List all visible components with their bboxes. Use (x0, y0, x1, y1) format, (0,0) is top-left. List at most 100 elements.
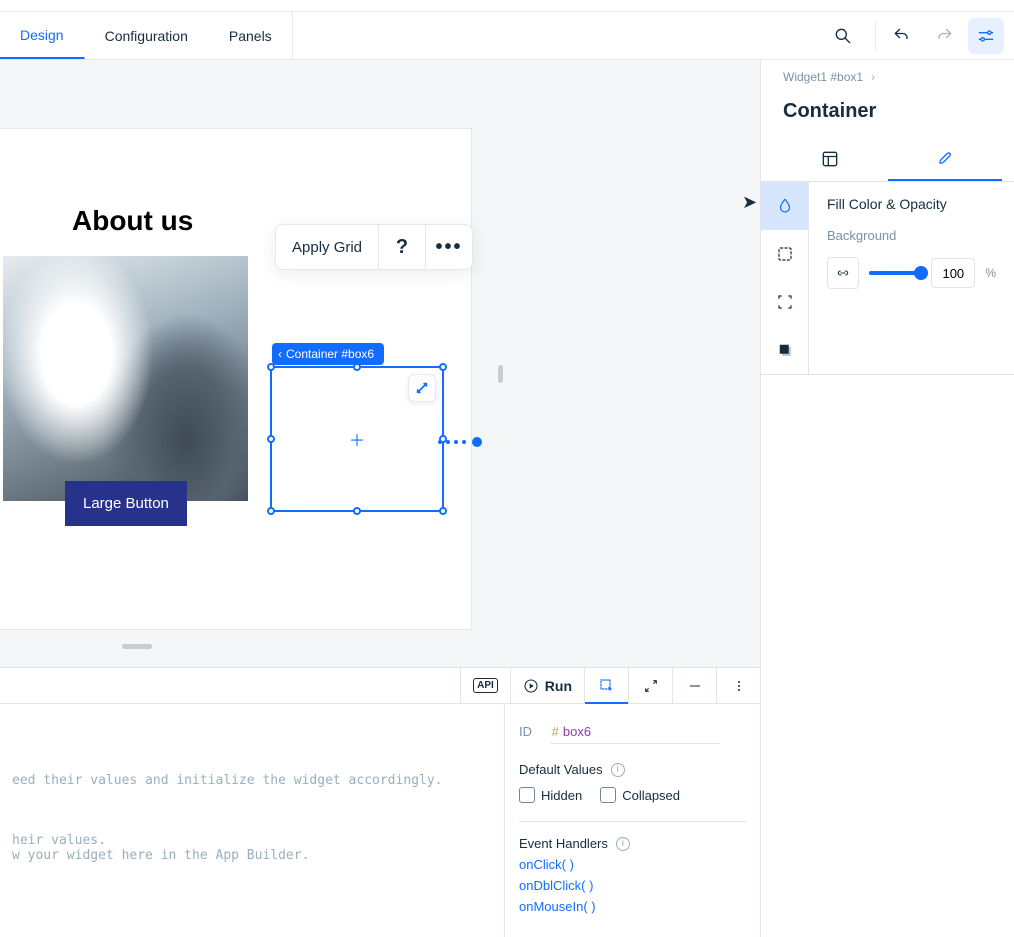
inspect-icon (598, 677, 616, 695)
sliders-icon (976, 26, 996, 46)
resize-handle[interactable] (267, 507, 275, 515)
selection-label[interactable]: ‹ Container #box6 (272, 343, 384, 365)
add-element-button[interactable]: ＋ (349, 427, 365, 451)
hero-image[interactable]: Large Button (3, 256, 248, 501)
rail-border[interactable] (761, 230, 808, 278)
event-handlers-heading: Event Handlers i (519, 836, 746, 851)
floating-toolbar: Apply Grid ? ••• (275, 224, 473, 270)
code-editor[interactable]: eed their values and initialize the widg… (0, 704, 504, 937)
selected-container[interactable]: ＋ (270, 366, 444, 512)
large-button[interactable]: Large Button (65, 481, 187, 526)
info-icon[interactable]: i (611, 763, 625, 777)
handler-onmousein[interactable]: onMouseIn( ) (519, 899, 746, 914)
redo-button[interactable] (926, 18, 962, 54)
search-button[interactable] (825, 18, 861, 54)
tab-config-label: Configuration (105, 28, 188, 44)
more-button[interactable]: ••• (426, 225, 472, 269)
panel-drag-handle[interactable] (122, 644, 152, 649)
droplet-icon (776, 197, 794, 215)
tab-panels[interactable]: Panels (209, 12, 293, 59)
pane-title: Fill Color & Opacity (827, 196, 996, 212)
collapsed-checkbox[interactable]: Collapsed (600, 787, 680, 803)
breadcrumb[interactable]: Widget1 #box1 › (761, 60, 1014, 94)
large-button-label: Large Button (83, 495, 169, 512)
border-icon (776, 245, 794, 263)
apply-grid-label: Apply Grid (292, 239, 362, 256)
properties-panel: ID # box6 Default Values i Hidden Collap… (504, 704, 760, 937)
corners-icon (776, 293, 794, 311)
more-icon: ••• (436, 236, 463, 259)
tab-panels-label: Panels (229, 28, 272, 44)
help-button[interactable]: ? (379, 225, 425, 269)
tab-configuration[interactable]: Configuration (85, 12, 209, 59)
chevron-left-icon: ‹ (278, 347, 282, 361)
opacity-input[interactable] (931, 258, 975, 288)
id-hash: # (552, 724, 559, 739)
panel-more-button[interactable] (716, 668, 760, 704)
run-label: Run (545, 678, 572, 694)
api-icon: API (473, 678, 498, 693)
link-color-button[interactable] (827, 257, 859, 289)
bottom-toolbar: API Run (0, 668, 760, 704)
help-icon: ? (396, 236, 408, 259)
breadcrumb-text: Widget1 #box1 (783, 70, 863, 84)
fill-pane: Fill Color & Opacity Background % (809, 182, 1014, 374)
resize-handle[interactable] (267, 363, 275, 371)
expand-icon (409, 375, 435, 401)
resize-handle[interactable] (353, 507, 361, 515)
opacity-slider[interactable] (869, 271, 921, 275)
expand-icon (643, 678, 659, 694)
resize-handle[interactable] (267, 435, 275, 443)
redo-icon (934, 26, 954, 46)
canvas[interactable]: About us Large Button ‹ Container #box6 … (0, 60, 760, 668)
minimize-icon (687, 678, 703, 694)
opacity-unit: % (985, 266, 996, 280)
layout-icon (820, 149, 840, 169)
rail-corners[interactable] (761, 278, 808, 326)
cursor-icon: ➤ (742, 192, 757, 213)
resize-handle[interactable] (439, 507, 447, 515)
handler-onclick[interactable]: onClick( ) (519, 857, 746, 872)
tab-style[interactable] (888, 139, 1003, 181)
collapsed-label: Collapsed (622, 788, 680, 803)
artboard[interactable]: About us Large Button ‹ Container #box6 … (0, 128, 472, 630)
bottom-panel: API Run eed their values and initialize … (0, 667, 760, 937)
background-label: Background (827, 228, 996, 243)
resize-handle[interactable] (353, 363, 361, 371)
play-icon (523, 678, 539, 694)
scroll-marker (498, 365, 503, 383)
rail-fill[interactable] (761, 182, 808, 230)
snap-guide (438, 437, 482, 447)
undo-button[interactable] (884, 18, 920, 54)
settings-toggle-button[interactable] (968, 18, 1004, 54)
hidden-checkbox[interactable]: Hidden (519, 787, 582, 803)
api-button[interactable]: API (460, 668, 510, 704)
resize-handle[interactable] (439, 363, 447, 371)
tab-layout[interactable] (773, 139, 888, 181)
inspector-title: Container (761, 94, 1014, 139)
handler-ondblclick[interactable]: onDblClick( ) (519, 878, 746, 893)
selection-label-text: Container #box6 (286, 347, 374, 361)
inspect-mode-button[interactable] (584, 668, 628, 704)
info-icon[interactable]: i (616, 837, 630, 851)
inspector-tabs (761, 139, 1014, 182)
undo-icon (892, 26, 912, 46)
shadow-icon (776, 341, 794, 359)
expand-button[interactable] (408, 374, 436, 402)
minimize-panel-button[interactable] (672, 668, 716, 704)
main-tabs: Design Configuration Panels (0, 12, 1014, 60)
page-heading: About us (72, 205, 193, 237)
more-vertical-icon (731, 678, 747, 694)
id-input[interactable]: # box6 (550, 720, 720, 744)
chevron-right-icon: › (871, 70, 875, 84)
expand-panel-button[interactable] (628, 668, 672, 704)
tab-design-label: Design (20, 27, 64, 43)
apply-grid-button[interactable]: Apply Grid (276, 225, 378, 269)
run-button[interactable]: Run (510, 668, 584, 704)
tab-design[interactable]: Design (0, 12, 85, 59)
default-values-heading: Default Values i (519, 762, 746, 777)
brush-icon (935, 149, 955, 169)
rail-shadow[interactable] (761, 326, 808, 374)
id-label: ID (519, 724, 532, 739)
id-value: box6 (563, 724, 591, 739)
